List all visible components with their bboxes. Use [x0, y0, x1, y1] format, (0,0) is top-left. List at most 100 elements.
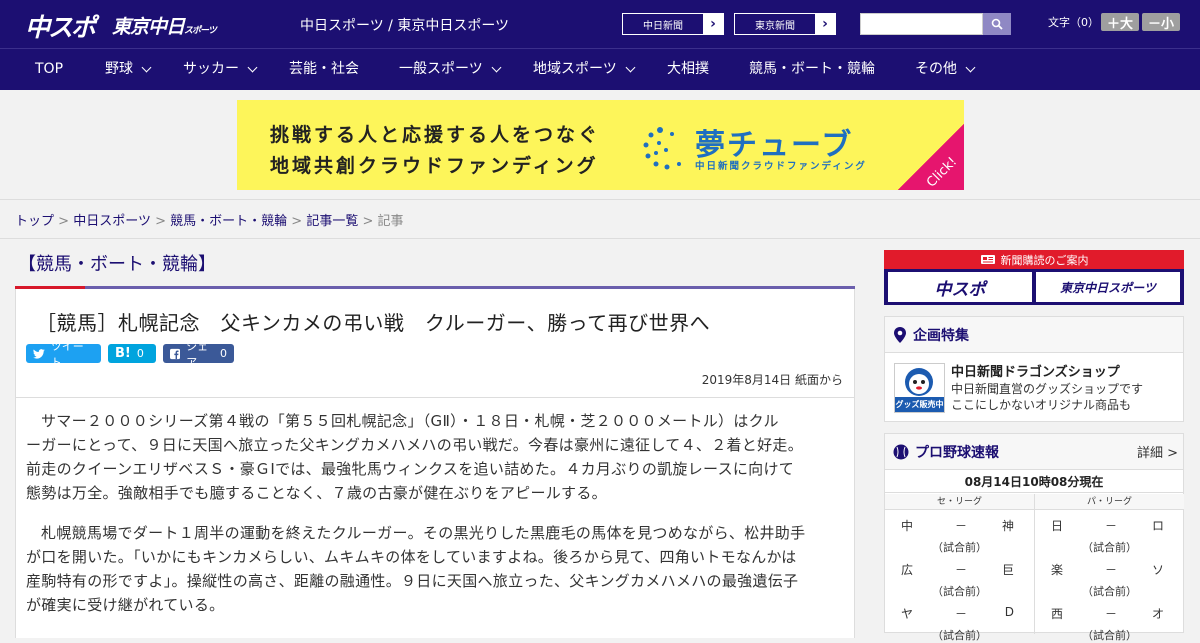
- subscription-box: 新聞購読のご案内 中スポ 東京中日スポーツ: [884, 250, 1184, 305]
- tweet-label: ツイート: [50, 339, 84, 369]
- nav-label: 一般スポーツ: [399, 61, 483, 77]
- away-team: オ: [1151, 607, 1164, 621]
- nav-label: TOP: [35, 61, 64, 77]
- pacific-league-label: パ・リーグ: [1035, 494, 1184, 510]
- facebook-share-button[interactable]: シェア 0: [163, 340, 234, 369]
- chunichi-shimbun-button[interactable]: 中日新聞 ›: [622, 13, 724, 35]
- facebook-icon: [170, 348, 181, 359]
- score-separator: －: [955, 607, 968, 621]
- breadcrumb-chuspo[interactable]: 中日スポーツ: [73, 214, 151, 229]
- nav-item-racing[interactable]: 競馬・ボート・競輪: [749, 49, 875, 90]
- paragraph-line: サマー２０００シリーズ第４戦の「第５５回札幌記念」（GⅡ）・１８日・札幌・芝２０…: [41, 412, 779, 430]
- tokyo-shimbun-button[interactable]: 東京新聞 ›: [734, 13, 836, 35]
- nav-item-other[interactable]: その他: [915, 49, 976, 90]
- article-headline: ［競馬］札幌記念 父キンカメの弔い戦 クルーガー、勝って再び世界へ: [36, 311, 711, 335]
- nav-item-entertainment[interactable]: 芸能・社会: [289, 49, 359, 90]
- nav-item-top[interactable]: TOP: [35, 49, 63, 90]
- away-team: D: [1004, 605, 1014, 619]
- score-separator: －: [1105, 607, 1118, 621]
- tokyo-shimbun-label: 東京新聞: [755, 20, 795, 32]
- score-separator: －: [1105, 519, 1118, 533]
- nav-label: サッカー: [183, 61, 239, 77]
- search-button[interactable]: [983, 13, 1011, 35]
- article-paragraph: サマー２０００シリーズ第４戦の「第５５回札幌記念」（GⅡ）・１８日・札幌・芝２０…: [26, 409, 842, 505]
- away-team: ロ: [1151, 519, 1164, 533]
- chuspo-logo[interactable]: 中スポ: [25, 8, 96, 44]
- nav-label: 大相撲: [667, 61, 709, 77]
- subscribe-tokyo-button[interactable]: 東京中日スポーツ: [1036, 272, 1180, 302]
- banner-brand-sub: 中日新聞クラウドファンディング: [695, 161, 867, 172]
- search-input[interactable]: [860, 13, 983, 35]
- nav-item-soccer[interactable]: サッカー: [183, 49, 258, 90]
- banner-line-2: 地域共創クラウドファンディング: [270, 155, 599, 177]
- nav-item-local-sports[interactable]: 地域スポーツ: [533, 49, 636, 90]
- article-paragraph: 札幌競馬場でダート１周半の運動を終えたクルーガー。その黒光りした黒鹿毛の馬体を見…: [26, 521, 842, 617]
- paragraph-line: 産駒特有の形ですよ」。操縦性の高さ、距離の融通性。９日に天国へ旅立った、父キング…: [26, 572, 799, 590]
- game-row[interactable]: 広 － 巨 （試合前）: [885, 555, 1034, 599]
- site-title[interactable]: 中日スポーツ / 東京中日スポーツ: [300, 15, 509, 35]
- hatena-icon: B!: [115, 346, 131, 361]
- breadcrumb-separator: >: [58, 214, 70, 229]
- article-dateline: 2019年8月14日 紙面から: [701, 373, 843, 387]
- game-status: （試合前）: [932, 629, 987, 642]
- nav-item-baseball[interactable]: 野球: [105, 49, 152, 90]
- chevron-right-icon: ›: [703, 14, 723, 34]
- game-row[interactable]: 日 － ロ （試合前）: [1035, 511, 1184, 555]
- font-smaller-button[interactable]: －小: [1142, 13, 1180, 32]
- newspaper-icon: [980, 255, 995, 264]
- dragons-shop-thumbnail[interactable]: グッズ販売中: [894, 363, 945, 413]
- tokyo-logo-small: スポーツ: [184, 26, 217, 36]
- breadcrumb-article-list[interactable]: 記事一覧: [306, 214, 358, 229]
- baseball-detail-link[interactable]: 詳細 >: [1137, 442, 1178, 461]
- search-icon: [991, 18, 1003, 30]
- twitter-icon: [33, 348, 45, 359]
- baseball-scores-box: プロ野球速報 詳細 > 08月14日10時08分現在 セ・リーグ パ・リーグ 中…: [884, 433, 1184, 642]
- description-line: ここにしかないオリジナル商品も: [951, 398, 1132, 412]
- hatena-count: 0: [136, 347, 144, 360]
- description-line: 中日新聞直営のグッズショップです: [951, 382, 1144, 396]
- tokyo-chunichi-logo[interactable]: 東京中日スポーツ: [112, 12, 217, 39]
- paragraph-line: 前走のクイーンエリザベスＳ・豪ＧⅠでは、最強牝馬ウィンクスを追い詰めた。４カ月ぶ…: [26, 460, 795, 478]
- breadcrumb: トップ > 中日スポーツ > 競馬・ボート・競輪 > 記事一覧 > 記事: [15, 210, 404, 229]
- nav-item-general-sports[interactable]: 一般スポーツ: [399, 49, 502, 90]
- chevron-down-icon: [965, 62, 976, 73]
- nav-label: 地域スポーツ: [533, 61, 617, 77]
- game-row[interactable]: 中 － 神 （試合前）: [885, 511, 1034, 555]
- font-bigger-button[interactable]: ＋大: [1101, 13, 1139, 32]
- paragraph-line: 態勢は万全。強敵相手でも臆することなく、７歳の古豪が健在ぶりをアピールする。: [26, 484, 607, 502]
- game-status: （試合前）: [1082, 541, 1137, 554]
- score-separator: －: [955, 519, 968, 533]
- home-team: ヤ: [901, 607, 914, 621]
- home-team: 広: [901, 563, 914, 577]
- nav-label: その他: [915, 61, 957, 77]
- tweet-button[interactable]: ツイート: [26, 340, 101, 369]
- subscribe-chuspo-button[interactable]: 中スポ: [888, 272, 1032, 302]
- chevron-down-icon: [491, 62, 502, 73]
- thumbnail-caption: グッズ販売中: [895, 397, 944, 412]
- category-heading: 【競馬・ボート・競輪】: [18, 254, 216, 275]
- nav-label: 野球: [105, 61, 133, 77]
- tokyo-logo-text: 東京中日: [112, 16, 185, 38]
- home-team: 日: [1051, 519, 1064, 533]
- baseball-timestamp: 08月14日10時08分現在: [885, 471, 1183, 493]
- breadcrumb-top[interactable]: トップ: [15, 214, 54, 229]
- away-team: ソ: [1151, 563, 1164, 577]
- away-team: 巨: [1001, 563, 1014, 577]
- paragraph-line: ーガーにとって、９日に天国へ旅立った父キングカメハメハの弔い戦だ。今春は豪州に遠…: [26, 436, 804, 454]
- game-row[interactable]: 楽 － ソ （試合前）: [1035, 555, 1184, 599]
- baseball-icon: [893, 444, 909, 459]
- central-league-label: セ・リーグ: [885, 494, 1034, 510]
- feature-box: 企画特集 グッズ販売中 中日新聞ドラゴンズショップ 中日新聞直営のグッズショップ…: [884, 316, 1184, 422]
- top-header: 中スポ 東京中日スポーツ 中日スポーツ / 東京中日スポーツ 中日新聞 › 東京…: [0, 0, 1200, 48]
- game-row[interactable]: ヤ － D （試合前）: [885, 599, 1034, 643]
- nav-item-sumo[interactable]: 大相撲: [667, 49, 709, 90]
- hatena-bookmark-button[interactable]: B! 0: [108, 344, 156, 363]
- game-row[interactable]: 西 － オ （試合前）: [1035, 599, 1184, 643]
- feature-item-title[interactable]: 中日新聞ドラゴンズショップ: [951, 361, 1120, 380]
- breadcrumb-separator: >: [291, 214, 303, 229]
- click-badge: Click!: [898, 124, 964, 190]
- search-box: [860, 13, 1011, 35]
- chevron-down-icon: [625, 62, 636, 73]
- breadcrumb-racing[interactable]: 競馬・ボート・競輪: [170, 214, 287, 229]
- crowdfunding-banner[interactable]: 挑戦する人と応援する人をつなぐ 地域共創クラウドファンディング 夢チューブ 中日…: [237, 100, 964, 190]
